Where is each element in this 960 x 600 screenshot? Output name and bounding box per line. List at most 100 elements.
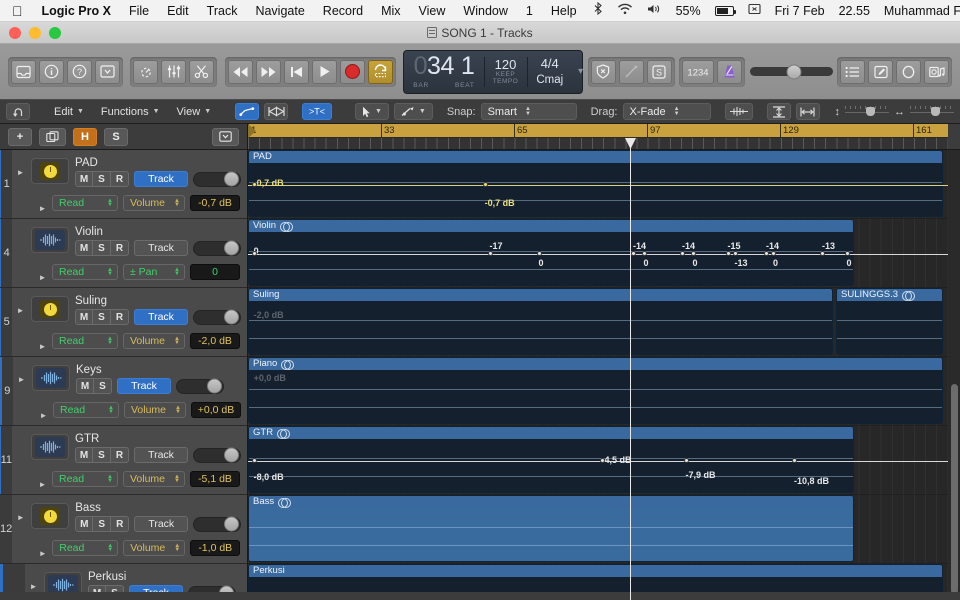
menu-edit[interactable]: Edit [158, 0, 198, 22]
automation-line[interactable] [248, 185, 948, 187]
track-list[interactable]: 1 ► PAD M S R Track ► Read ▲ ▼ Volume ▲ ▼ -0,7 dB 4 Viol… [0, 150, 247, 600]
lane-gtr[interactable]: GTR -8,0 dB -4,5 dB -7,9 dB -10,8 dB [248, 426, 948, 495]
pointer-tool-selector[interactable]: ▼ [354, 103, 389, 120]
rewind-button[interactable] [227, 59, 253, 84]
track-volume-slider[interactable] [193, 516, 242, 532]
automation-node[interactable] [641, 251, 647, 257]
drag-value-popup[interactable]: X-Fade ▲ ▼ [622, 103, 711, 120]
app-menu-logic-pro-x[interactable]: Logic Pro X [33, 0, 120, 22]
battery-icon[interactable] [708, 0, 741, 22]
automation-curve-icon[interactable] [235, 103, 260, 120]
track-solo-button[interactable]: S [93, 516, 112, 532]
master-volume-slider[interactable] [749, 64, 833, 79]
region-name[interactable]: Piano [249, 358, 943, 370]
track-name[interactable]: Perkusi [88, 571, 241, 583]
track-name[interactable]: Violin [75, 226, 241, 238]
automation-value-field[interactable]: +0,0 dB [191, 402, 241, 418]
automation-node[interactable] [536, 251, 542, 257]
track-header-violin[interactable]: 4 Violin M S R Track ► Read ▲ ▼ ± Pan ▲ ▼ 0 [0, 219, 247, 288]
track-icon-box[interactable] [32, 365, 70, 391]
automation-disclosure-triangle[interactable]: ► [39, 400, 48, 420]
region-content[interactable] [249, 232, 853, 285]
track-volume-slider[interactable] [193, 447, 241, 463]
tuner-button[interactable] [618, 59, 644, 84]
region-name[interactable]: GTR [249, 427, 853, 439]
track-solo-button[interactable]: S [94, 378, 112, 394]
track-name[interactable]: Suling [75, 295, 241, 307]
vertical-scrollbar[interactable] [950, 152, 959, 598]
lane-violin[interactable]: Violin0-170-140-140-15-13-140-130 [248, 219, 948, 288]
track-icon-box[interactable] [31, 227, 69, 253]
editors-button[interactable] [189, 59, 215, 84]
track-header-suling[interactable]: 5 ► Suling M S R Track ► Read ▲ ▼ Volume ▲ ▼ -2,0 dB [0, 288, 247, 357]
menu-window[interactable]: Window [454, 0, 516, 22]
waveform-icon[interactable] [724, 103, 753, 120]
automation-disclosure-triangle[interactable]: ► [38, 331, 47, 351]
region-name[interactable]: Violin [249, 220, 853, 232]
solo-mode-button[interactable]: S [646, 59, 672, 84]
menu-view-editor[interactable]: View ▼ [171, 103, 218, 120]
menu-help[interactable]: Help [542, 0, 586, 22]
track-mute-button[interactable]: M [75, 309, 93, 325]
track-disclosure-triangle[interactable]: ► [17, 364, 26, 384]
automation-node[interactable] [599, 458, 605, 464]
region-piano[interactable]: Piano [248, 357, 944, 424]
vertical-zoom-slider[interactable] [845, 105, 889, 118]
track-mute-solo-record-group[interactable]: MSR [75, 309, 129, 325]
region-content[interactable] [249, 508, 853, 561]
track-header-config-icon[interactable] [212, 127, 239, 146]
beat-ruler[interactable] [248, 138, 948, 149]
horizontal-zoom-slider[interactable] [910, 105, 954, 118]
automation-node[interactable] [725, 251, 731, 257]
flex-icon[interactable] [264, 103, 289, 120]
track-volume-slider[interactable] [193, 309, 241, 325]
display-icon[interactable] [741, 0, 768, 22]
mixer-button[interactable] [161, 59, 187, 84]
automation-mode-select[interactable]: Read ▲ ▼ [52, 264, 118, 280]
automation-node[interactable] [683, 458, 689, 464]
track-name[interactable]: Bass [75, 502, 241, 514]
list-editors-button[interactable] [840, 59, 866, 84]
snap-value-popup[interactable]: Smart ▲ ▼ [480, 103, 577, 120]
track-solo-button[interactable]: S [93, 240, 111, 256]
menubar-username[interactable]: Muhammad Fabian Arrizqi [877, 0, 960, 22]
lcd-tempo-segment[interactable]: 120 KEEP TEMPO [483, 51, 528, 93]
track-record-enable-button[interactable]: R [111, 447, 129, 463]
region-content[interactable] [837, 301, 943, 354]
track-icon-box[interactable] [31, 158, 69, 184]
region-sulinggs.3[interactable]: SULINGGS.3 [836, 288, 944, 355]
region-pad[interactable]: PAD [248, 150, 944, 217]
track-mute-button[interactable]: M [75, 447, 93, 463]
automation-disclosure-triangle[interactable]: ► [38, 262, 47, 282]
library-button[interactable] [11, 59, 36, 84]
low-latency-button[interactable] [590, 59, 616, 84]
automation-parameter-select[interactable]: ± Pan ▲ ▼ [123, 264, 185, 280]
track-name[interactable]: Keys [76, 364, 241, 376]
track-record-enable-button[interactable]: R [111, 171, 129, 187]
region-bass[interactable]: Bass [248, 495, 854, 562]
fit-width-icon[interactable] [795, 103, 820, 120]
track-name[interactable]: PAD [75, 157, 241, 169]
volume-icon[interactable] [640, 0, 669, 22]
track-automation-scope-button[interactable]: Track [134, 171, 188, 187]
menu-functions[interactable]: Functions ▼ [95, 103, 166, 120]
region-content[interactable] [249, 370, 943, 423]
menu-window-count[interactable]: 1 [517, 0, 542, 22]
lcd-display[interactable]: 034 1 BAR BEAT 120 KEEP TEMPO 4/4 Cmaj ▾ [403, 49, 584, 94]
track-automation-scope-button[interactable]: Track [117, 378, 171, 394]
track-header-keys[interactable]: 9 ► Keys M S Track ► Read ▲ ▼ Volume ▲ ▼ +0,0 dB [0, 357, 247, 426]
track-name[interactable]: GTR [75, 433, 241, 445]
maximize-window-button[interactable] [49, 26, 61, 39]
track-mute-solo-record-group[interactable]: MSR [75, 171, 129, 187]
automation-parameter-select[interactable]: Volume ▲ ▼ [123, 333, 185, 349]
automation-disclosure-triangle[interactable]: ► [38, 469, 47, 489]
automation-mode-select[interactable]: Read ▲ ▼ [53, 402, 119, 418]
go-to-beginning-button[interactable] [283, 59, 309, 84]
automation-value-field[interactable]: -0,7 dB [190, 195, 240, 211]
snap-icon[interactable]: >T< [302, 103, 333, 120]
inspector-button[interactable] [39, 59, 64, 84]
lane-pad[interactable]: PAD -0,7 dB -0,7 dB [248, 150, 948, 219]
automation-value-field[interactable]: -2,0 dB [190, 333, 240, 349]
track-disclosure-triangle[interactable]: ► [29, 571, 38, 591]
bar-ruler[interactable]: 1336597129161 [248, 124, 948, 138]
